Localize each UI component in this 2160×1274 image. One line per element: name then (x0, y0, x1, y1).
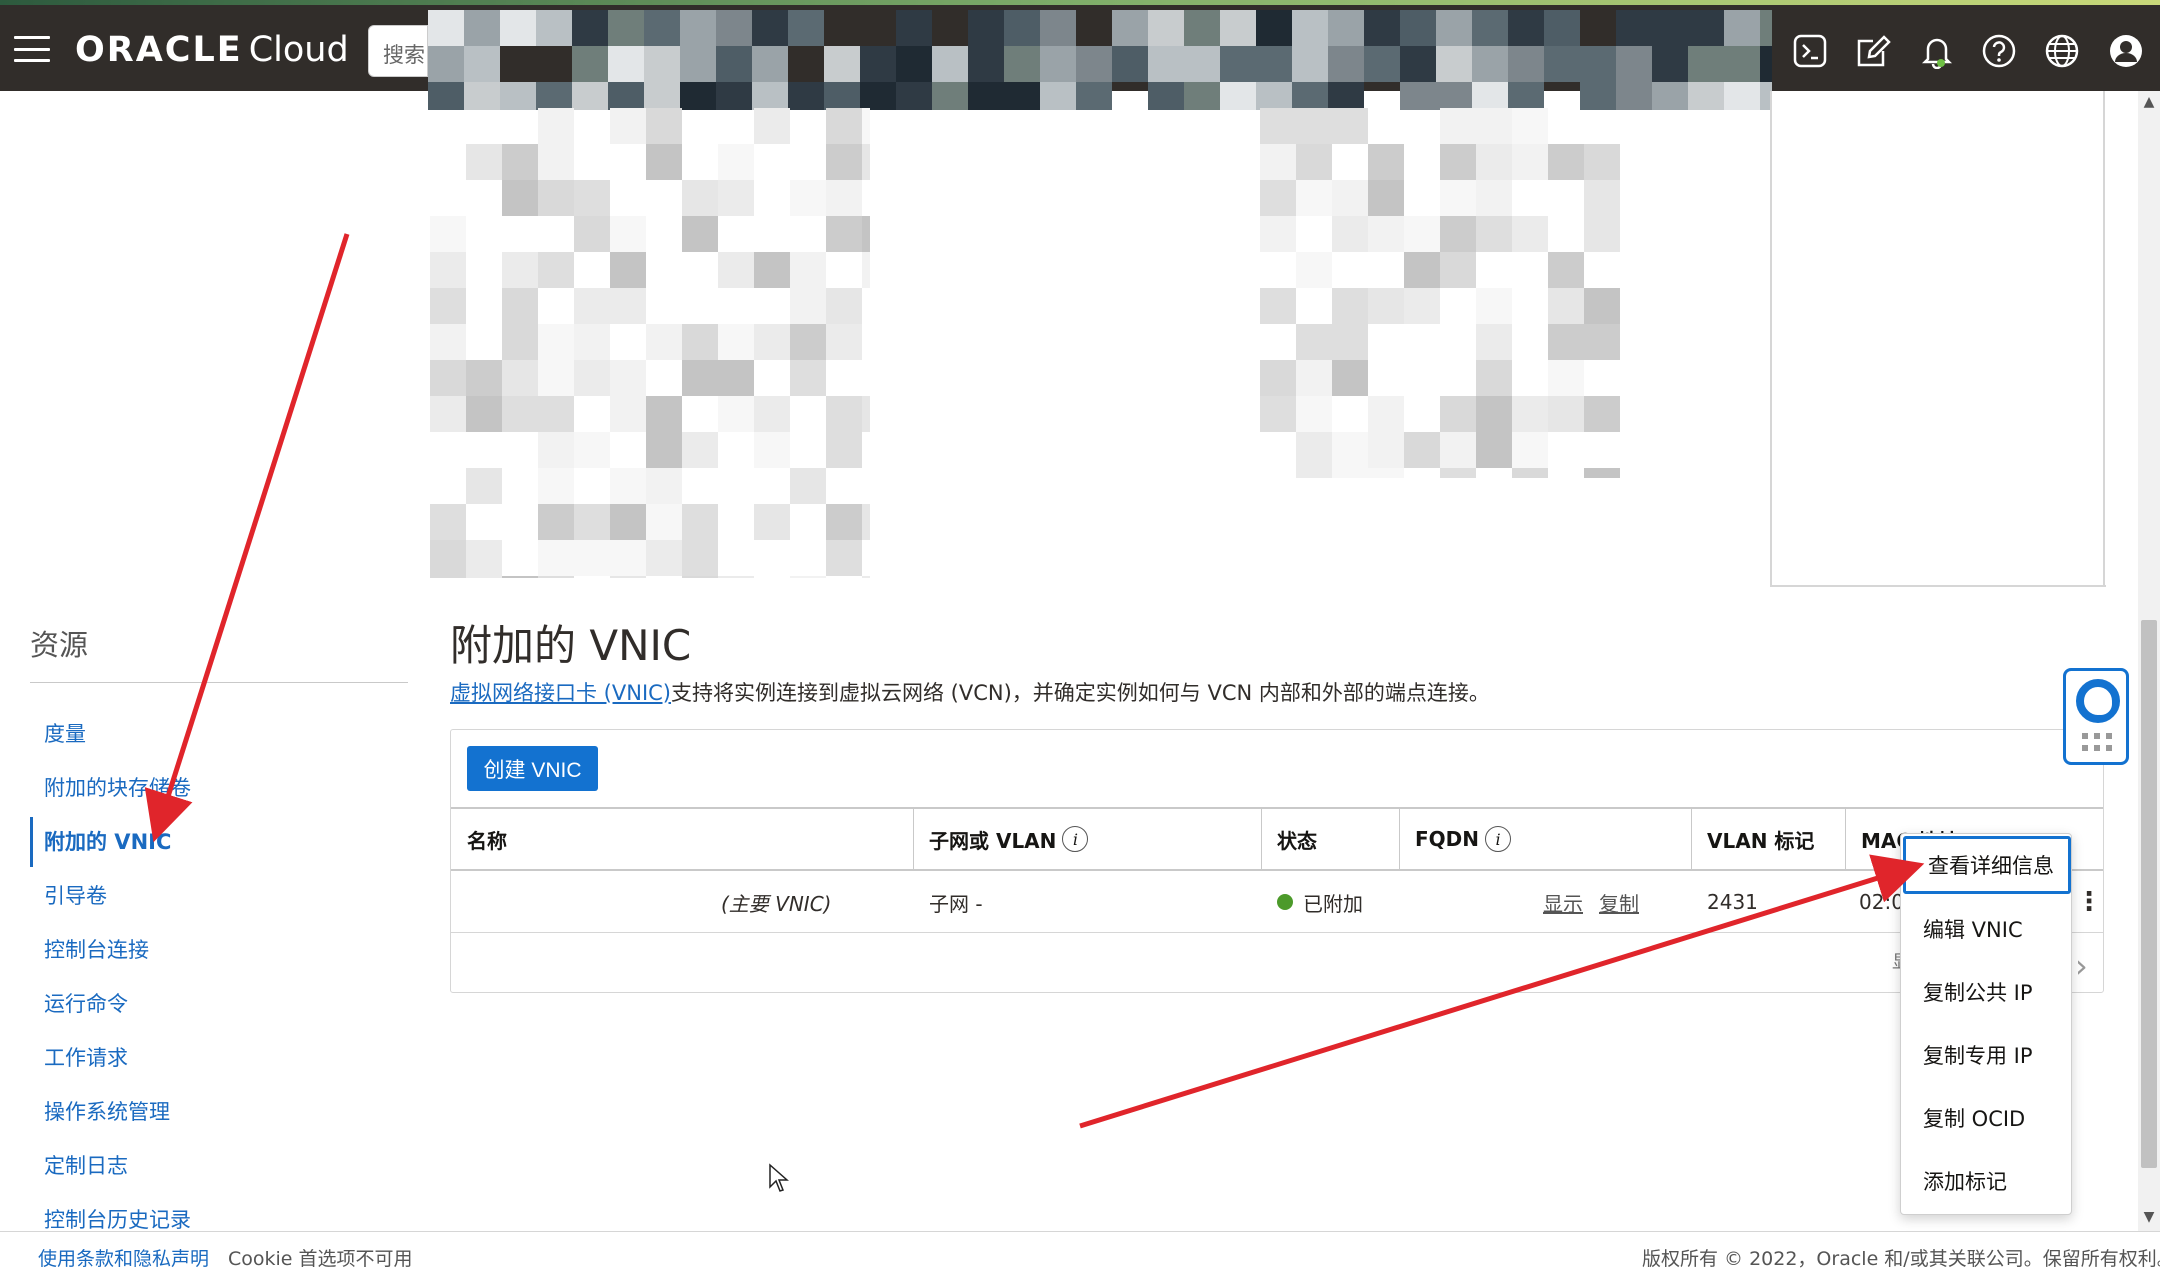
sidebar-item-metrics[interactable]: 度量 (44, 718, 86, 748)
sidebar-item-boot-volume[interactable]: 引导卷 (44, 880, 107, 910)
sidebar-item-os-management[interactable]: 操作系统管理 (44, 1096, 170, 1126)
panel-bottom-border (1770, 585, 2106, 587)
menu-item-copy-ocid[interactable]: 复制 OCID (1901, 1089, 2073, 1147)
redacted-details-right (1260, 108, 1620, 478)
vnic-docs-link[interactable]: 虚拟网络接口卡 (VNIC) (450, 681, 671, 705)
help-lifebuoy-icon[interactable] (2063, 668, 2129, 765)
status-dot-icon (1277, 894, 1293, 910)
help-icon[interactable] (1981, 33, 2017, 69)
mouse-cursor-icon (769, 1163, 789, 1192)
redacted-header-area (428, 10, 1772, 110)
fqdn-copy-link[interactable]: 复制 (1599, 888, 1639, 917)
search-input[interactable]: 搜索 (368, 25, 428, 77)
column-header-subnet[interactable]: 子网或 VLAN i (913, 809, 1261, 869)
redacted-details-left (430, 108, 870, 578)
table-row[interactable]: (主要 VNIC) 子网 - 已附加 显示 复制 2431 02:0 (451, 871, 2103, 933)
description-text: 支持将实例连接到虚拟云网络 (VCN)，并确定实例如何与 VCN 内部和外部的端… (671, 681, 1490, 705)
subnet-cell[interactable]: 子网 - (929, 871, 983, 933)
sidebar-item-console-connections[interactable]: 控制台连接 (44, 934, 149, 964)
logo-brand: ORACLE (75, 30, 243, 70)
menu-item-copy-private-ip[interactable]: 复制专用 IP (1901, 1026, 2073, 1084)
resources-heading: 资源 (30, 628, 89, 662)
next-page-chevron-icon[interactable]: › (2075, 947, 2088, 985)
oracle-cloud-logo[interactable]: ORACLE Cloud (75, 30, 349, 70)
create-vnic-button[interactable]: 创建 VNIC (467, 746, 598, 791)
scroll-down-arrow-icon[interactable]: ▼ (2140, 1208, 2158, 1226)
mac-address-cell: 02:0 (1859, 890, 1904, 914)
hamburger-menu-icon[interactable] (14, 36, 50, 62)
column-header-name-label: 名称 (467, 828, 507, 853)
menu-item-view-details[interactable]: 查看详细信息 (1903, 836, 2071, 894)
copyright-text: 版权所有 © 2022，Oracle 和/或其关联公司。保留所有权利。 (1642, 1248, 2160, 1270)
sidebar-item-custom-logs[interactable]: 定制日志 (44, 1150, 128, 1180)
menu-item-edit-vnic[interactable]: 编辑 VNIC (1901, 900, 2073, 958)
sidebar-item-attached-vnics[interactable]: 附加的 VNIC (44, 826, 171, 856)
sidebar-item-work-requests[interactable]: 工作请求 (44, 1042, 128, 1072)
grid-dots-icon (2082, 733, 2114, 753)
fqdn-actions: 显示 复制 (1543, 871, 1655, 933)
menu-item-copy-public-ip[interactable]: 复制公共 IP (1901, 963, 2073, 1021)
scrollbar-thumb[interactable] (2141, 620, 2157, 1168)
vlan-tag-cell: 2431 (1707, 890, 1758, 914)
user-icon[interactable] (2108, 33, 2144, 69)
row-actions-kebab-icon[interactable]: ⋮ (2074, 871, 2104, 933)
column-header-vlan-tag-label: VLAN 标记 (1707, 828, 1815, 853)
sidebar-item-console-history[interactable]: 控制台历史记录 (44, 1204, 191, 1234)
table-header-row: 名称 子网或 VLANi 状态 FQDNi VLAN 标记 MAC 地址 (451, 807, 2103, 871)
sidebar-item-block-volumes[interactable]: 附加的块存储卷 (44, 772, 191, 802)
logo-product: Cloud (248, 30, 349, 70)
globe-icon[interactable] (2044, 33, 2080, 69)
fqdn-show-link[interactable]: 显示 (1543, 888, 1583, 917)
info-icon[interactable]: i (1485, 826, 1512, 852)
edit-icon[interactable] (1855, 33, 1891, 69)
column-header-status-label: 状态 (1277, 828, 1317, 853)
cookie-preferences-text: Cookie 首选项不可用 (228, 1248, 413, 1270)
bell-icon[interactable] (1919, 33, 1955, 70)
sidebar-item-run-command[interactable]: 运行命令 (44, 988, 128, 1018)
vnic-name-cell[interactable]: (主要 VNIC) (721, 871, 831, 933)
row-actions-menu: 查看详细信息 编辑 VNIC 复制公共 IP 复制专用 IP 复制 OCID 添… (1900, 833, 2072, 1215)
status-cell: 已附加 (1277, 871, 1363, 933)
page-footer: 使用条款和隐私声明 Cookie 首选项不可用 版权所有 © 2022，Orac… (0, 1231, 2160, 1274)
section-description: 虚拟网络接口卡 (VNIC)支持将实例连接到虚拟云网络 (VCN)，并确定实例如… (450, 677, 1490, 707)
sidebar-active-indicator (30, 817, 33, 867)
menu-item-add-tags[interactable]: 添加标记 (1901, 1152, 2073, 1210)
info-icon[interactable]: i (1062, 826, 1089, 852)
column-header-fqdn[interactable]: FQDN i (1399, 809, 1691, 869)
search-placeholder: 搜索 (383, 43, 425, 67)
column-header-subnet-label: 子网或 VLAN (929, 828, 1057, 853)
status-label: 已附加 (1303, 891, 1363, 916)
cloud-shell-icon[interactable] (1792, 33, 1828, 69)
column-header-name[interactable]: 名称 (451, 809, 913, 869)
terms-privacy-link[interactable]: 使用条款和隐私声明 (38, 1244, 209, 1271)
panel-right-border (2103, 91, 2105, 587)
annotation-arrow-sidebar (144, 233, 350, 843)
column-header-fqdn-label: FQDN (1415, 827, 1480, 851)
sidebar-divider (30, 682, 408, 683)
lifebuoy-ring (2076, 679, 2120, 723)
column-header-status[interactable]: 状态 (1261, 809, 1399, 869)
column-header-vlan-tag[interactable]: VLAN 标记 (1691, 809, 1845, 869)
scroll-up-arrow-icon[interactable]: ▲ (2140, 93, 2158, 111)
section-title: 附加的 VNIC (450, 621, 692, 670)
panel-divider (1770, 91, 1772, 587)
annotation-arrows (144, 233, 1925, 1129)
